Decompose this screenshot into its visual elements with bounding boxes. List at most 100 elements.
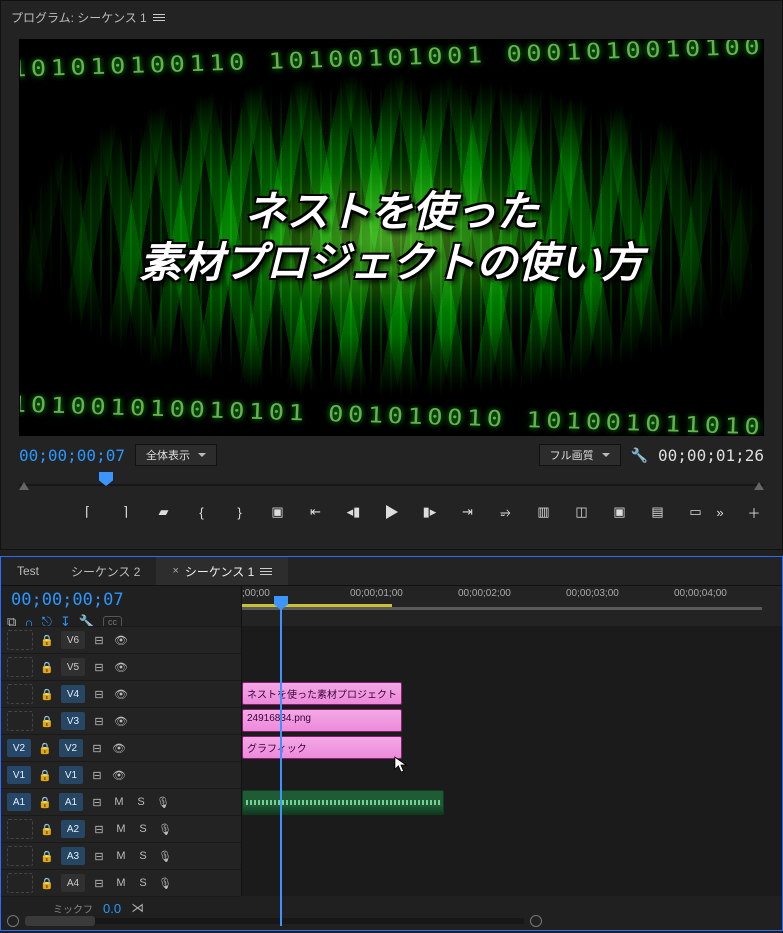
track-label[interactable]: V1 [59, 766, 83, 784]
timeline-ruler[interactable]: ;00;00 00;00;01;00 00;00;02;00 00;00;03;… [241, 586, 782, 626]
go-to-out-icon[interactable]: } [230, 502, 250, 522]
comparison-view-icon[interactable]: ▤ [648, 502, 668, 522]
solo-button[interactable]: S [135, 848, 151, 864]
track-header-v3[interactable]: 🔒 V3 ⊟ 👁 [1, 707, 241, 734]
camera-icon[interactable]: ▣ [610, 502, 630, 522]
lock-icon[interactable]: 🔒 [39, 686, 55, 702]
mute-button[interactable]: M [111, 794, 127, 810]
lift-icon[interactable]: ▣ [268, 502, 288, 522]
track-label[interactable]: A4 [61, 874, 85, 892]
add-marker-icon[interactable]: ▰ [154, 502, 174, 522]
timeline-timecode[interactable]: 00;00;00;07 [7, 590, 235, 610]
lock-icon[interactable]: 🔒 [37, 767, 53, 783]
track-label[interactable]: A2 [61, 820, 85, 838]
zoom-select[interactable]: 全体表示 [135, 444, 217, 466]
src-patch-empty[interactable] [7, 873, 33, 893]
tab-sequence-1[interactable]: × シーケンス 1 [156, 557, 288, 585]
track-header-a3[interactable]: 🔒 A3 ⊟ MS 🎙 [1, 842, 241, 869]
track-header-v6[interactable]: 🔒V6⊟👁 [1, 626, 241, 653]
mute-button[interactable]: M [113, 821, 129, 837]
src-patch-empty[interactable] [7, 657, 33, 677]
mix-skip-icon[interactable]: ⋊ [131, 900, 144, 916]
lock-icon[interactable]: 🔒 [39, 713, 55, 729]
tab-sequence-2[interactable]: シーケンス 2 [55, 557, 156, 585]
mark-in-icon[interactable]: ⌈ [78, 502, 98, 522]
mute-button[interactable]: M [113, 875, 129, 891]
zoom-out-handle-icon[interactable] [7, 915, 19, 927]
sync-lock-icon[interactable]: ⊟ [91, 848, 107, 864]
insert-icon[interactable]: ⥴ [496, 502, 516, 522]
src-patch-v2[interactable]: V2 [7, 739, 31, 757]
tab-test[interactable]: Test [1, 557, 55, 585]
sync-lock-icon[interactable]: ⊟ [89, 794, 105, 810]
settings-wrench-icon[interactable]: 🔧 [631, 447, 648, 464]
mute-button[interactable]: M [113, 848, 129, 864]
go-to-in-icon[interactable]: { [192, 502, 212, 522]
timeline-track-content[interactable]: ネストを使った素材プロジェクト 24916834.png グラフィック [241, 626, 782, 896]
solo-button[interactable]: S [135, 875, 151, 891]
lock-icon[interactable]: 🔒 [39, 848, 55, 864]
track-header-a1[interactable]: A1🔒A1⊟MS🎙 [1, 788, 241, 815]
lock-icon[interactable]: 🔒 [39, 821, 55, 837]
track-header-a4[interactable]: 🔒 A4 ⊟ MS 🎙 [1, 869, 241, 896]
sync-lock-icon[interactable]: ⊟ [91, 875, 107, 891]
clip-v2[interactable]: 24916834.png [242, 709, 402, 732]
voiceover-mic-icon[interactable]: 🎙 [155, 794, 171, 810]
scrollbar-thumb[interactable] [25, 916, 95, 926]
voiceover-mic-icon[interactable]: 🎙 [157, 875, 173, 891]
safe-margins-icon[interactable]: ▭ [686, 502, 706, 522]
eye-icon[interactable]: 👁 [113, 713, 129, 729]
quality-select[interactable]: フル画質 [539, 444, 621, 466]
src-patch-v1[interactable]: V1 [7, 766, 31, 784]
lock-icon[interactable]: 🔒 [39, 632, 55, 648]
track-label[interactable]: A3 [61, 847, 85, 865]
button-editor-more-icon[interactable]: » [710, 502, 730, 522]
track-header-a2[interactable]: 🔒A2⊟MS🎙 [1, 815, 241, 842]
lock-icon[interactable]: 🔒 [39, 875, 55, 891]
tab-menu-icon[interactable] [260, 568, 272, 575]
mix-value[interactable]: 0.0 [103, 901, 121, 916]
voiceover-mic-icon[interactable]: 🎙 [157, 821, 173, 837]
clip-v3[interactable]: ネストを使った素材プロジェクト [242, 682, 402, 705]
eye-icon[interactable]: 👁 [113, 686, 129, 702]
src-patch-empty[interactable] [7, 846, 33, 866]
src-patch-a1[interactable]: A1 [7, 793, 31, 811]
src-patch-empty[interactable] [7, 819, 33, 839]
export-frame-icon[interactable]: ◫ [572, 502, 592, 522]
src-patch-empty[interactable] [7, 711, 33, 731]
program-time-ruler[interactable] [19, 470, 764, 496]
track-header-v1[interactable]: V1 🔒 V1 ⊟ 👁 [1, 761, 241, 788]
lock-icon[interactable]: 🔒 [37, 794, 53, 810]
track-label[interactable]: V5 [61, 658, 85, 676]
sync-lock-icon[interactable]: ⊟ [91, 713, 107, 729]
track-label[interactable]: V4 [61, 685, 85, 703]
eye-icon[interactable]: 👁 [111, 740, 127, 756]
ruler-in-triangle-icon[interactable] [19, 482, 29, 490]
scrollbar-track[interactable] [25, 918, 524, 924]
sync-lock-icon[interactable]: ⊟ [89, 740, 105, 756]
ruler-out-triangle-icon[interactable] [754, 482, 764, 490]
lock-icon[interactable]: 🔒 [37, 740, 53, 756]
step-forward-icon[interactable]: ▮▸ [420, 502, 440, 522]
lock-icon[interactable]: 🔒 [39, 659, 55, 675]
program-playhead-timecode[interactable]: 00;00;00;07 [19, 446, 125, 465]
go-to-next-edit-icon[interactable]: ⇥ [458, 502, 478, 522]
eye-icon[interactable]: 👁 [111, 767, 127, 783]
go-to-prev-edit-icon[interactable]: ⇤ [306, 502, 326, 522]
timeline-horizontal-scrollbar[interactable] [7, 916, 542, 926]
eye-icon[interactable]: 👁 [113, 659, 129, 675]
sync-lock-icon[interactable]: ⊟ [89, 767, 105, 783]
step-back-icon[interactable]: ◂▮ [344, 502, 364, 522]
voiceover-mic-icon[interactable]: 🎙 [157, 848, 173, 864]
src-patch-empty[interactable] [7, 630, 33, 650]
track-label[interactable]: V2 [59, 739, 83, 757]
track-label[interactable]: V3 [61, 712, 85, 730]
eye-icon[interactable]: 👁 [113, 632, 129, 648]
track-header-v2[interactable]: V2 🔒 V2 ⊟ 👁 [1, 734, 241, 761]
track-header-v5[interactable]: 🔒V5⊟👁 [1, 653, 241, 680]
track-label[interactable]: A1 [59, 793, 83, 811]
overwrite-icon[interactable]: ▥ [534, 502, 554, 522]
sync-lock-icon[interactable]: ⊟ [91, 686, 107, 702]
clip-a1-audio[interactable] [242, 790, 444, 815]
track-header-v4[interactable]: 🔒 V4 ⊟ 👁 [1, 680, 241, 707]
